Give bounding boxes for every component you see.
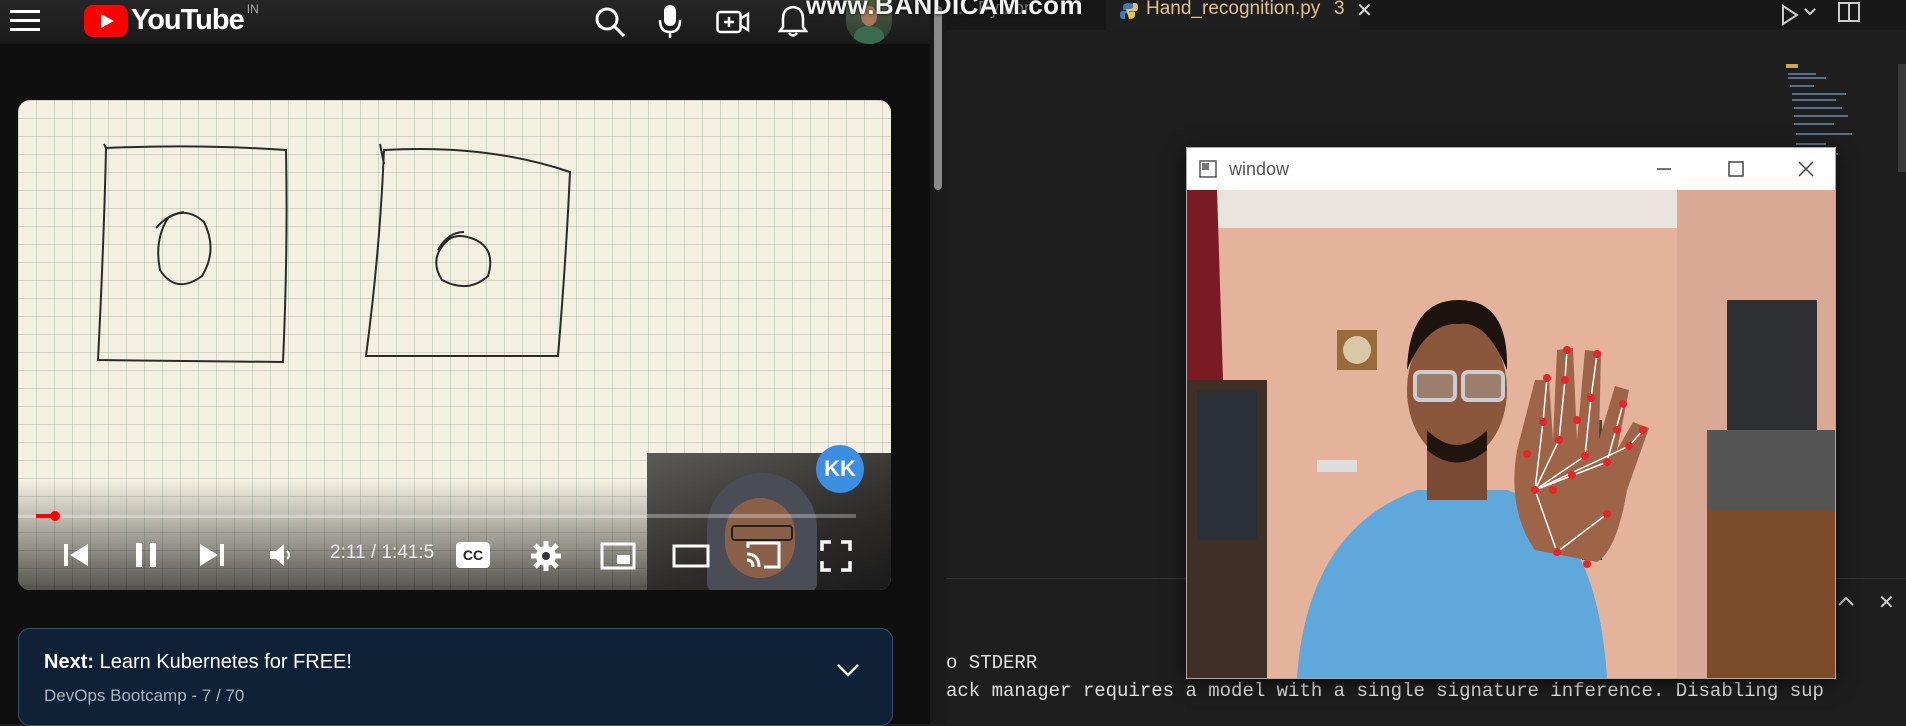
whiteboard-drawing — [96, 143, 572, 364]
problem-count-badge: 3 — [1334, 0, 1345, 19]
settings-gear-icon[interactable] — [530, 540, 562, 572]
opencv-titlebar[interactable]: window — [1187, 148, 1835, 190]
terminal-line-2: ack manager requires a model with a sing… — [946, 680, 1824, 702]
create-video-icon[interactable] — [716, 8, 750, 36]
terminal-line-1: o STDERR — [946, 652, 1038, 674]
miniplayer-icon[interactable] — [600, 542, 636, 570]
up-next-card[interactable]: Next: Learn Kubernetes for FREE! DevOps … — [18, 628, 893, 726]
window-app-icon — [1199, 160, 1217, 178]
previous-icon[interactable] — [62, 542, 90, 568]
volume-icon[interactable] — [268, 542, 294, 568]
menu-icon[interactable] — [10, 8, 40, 34]
time-display: 2:11 / 1:41:5 — [330, 542, 435, 563]
microphone-icon[interactable] — [658, 5, 682, 39]
recorder-watermark: www.BANDICAM.com — [806, 0, 1084, 20]
split-editor-icon[interactable] — [1838, 2, 1860, 22]
chevron-down-icon[interactable] — [836, 663, 860, 677]
region-code: IN — [246, 2, 259, 16]
youtube-logo[interactable]: YouTube IN — [84, 2, 259, 37]
theater-mode-icon[interactable] — [672, 544, 710, 568]
run-icon[interactable] — [1780, 4, 1800, 26]
tab-close-icon[interactable]: ✕ — [1356, 0, 1373, 23]
tab-filename: Hand_recognition.py — [1146, 0, 1321, 19]
opencv-window-title: window — [1229, 159, 1290, 179]
notifications-bell-icon[interactable] — [778, 4, 808, 38]
next-icon[interactable] — [198, 542, 226, 568]
maximize-panel-chevron-up-icon[interactable] — [1838, 596, 1854, 606]
captions-button[interactable]: CC — [456, 542, 490, 568]
up-next-playlist: DevOps Bootcamp - 7 / 70 — [44, 686, 245, 705]
progress-scrubber[interactable] — [50, 511, 60, 521]
minimize-icon[interactable] — [1655, 160, 1673, 178]
pause-icon[interactable] — [134, 542, 158, 568]
up-next-video-title: Learn Kubernetes for FREE! — [99, 651, 352, 673]
cast-icon[interactable] — [744, 540, 782, 570]
webcam-feed — [1187, 190, 1835, 678]
python-file-icon — [1120, 2, 1138, 20]
youtube-scrollbar-thumb[interactable] — [934, 6, 942, 190]
maximize-icon[interactable] — [1727, 160, 1745, 178]
fullscreen-icon[interactable] — [820, 540, 852, 572]
youtube-logo-text: YouTube — [131, 4, 245, 36]
youtube-play-icon — [84, 4, 128, 37]
run-dropdown-chevron-icon[interactable] — [1804, 8, 1816, 16]
channel-watermark-badge[interactable]: KK — [816, 445, 864, 493]
opencv-window[interactable]: window — [1186, 147, 1836, 679]
up-next-title: Next: Learn Kubernetes for FREE! — [44, 651, 352, 674]
close-panel-icon[interactable]: ✕ — [1878, 590, 1895, 615]
progress-bar[interactable] — [18, 514, 856, 518]
close-window-icon[interactable] — [1797, 160, 1815, 178]
up-next-prefix: Next: — [44, 651, 95, 673]
webcam-scene — [1187, 190, 1835, 678]
search-icon[interactable] — [594, 6, 626, 38]
